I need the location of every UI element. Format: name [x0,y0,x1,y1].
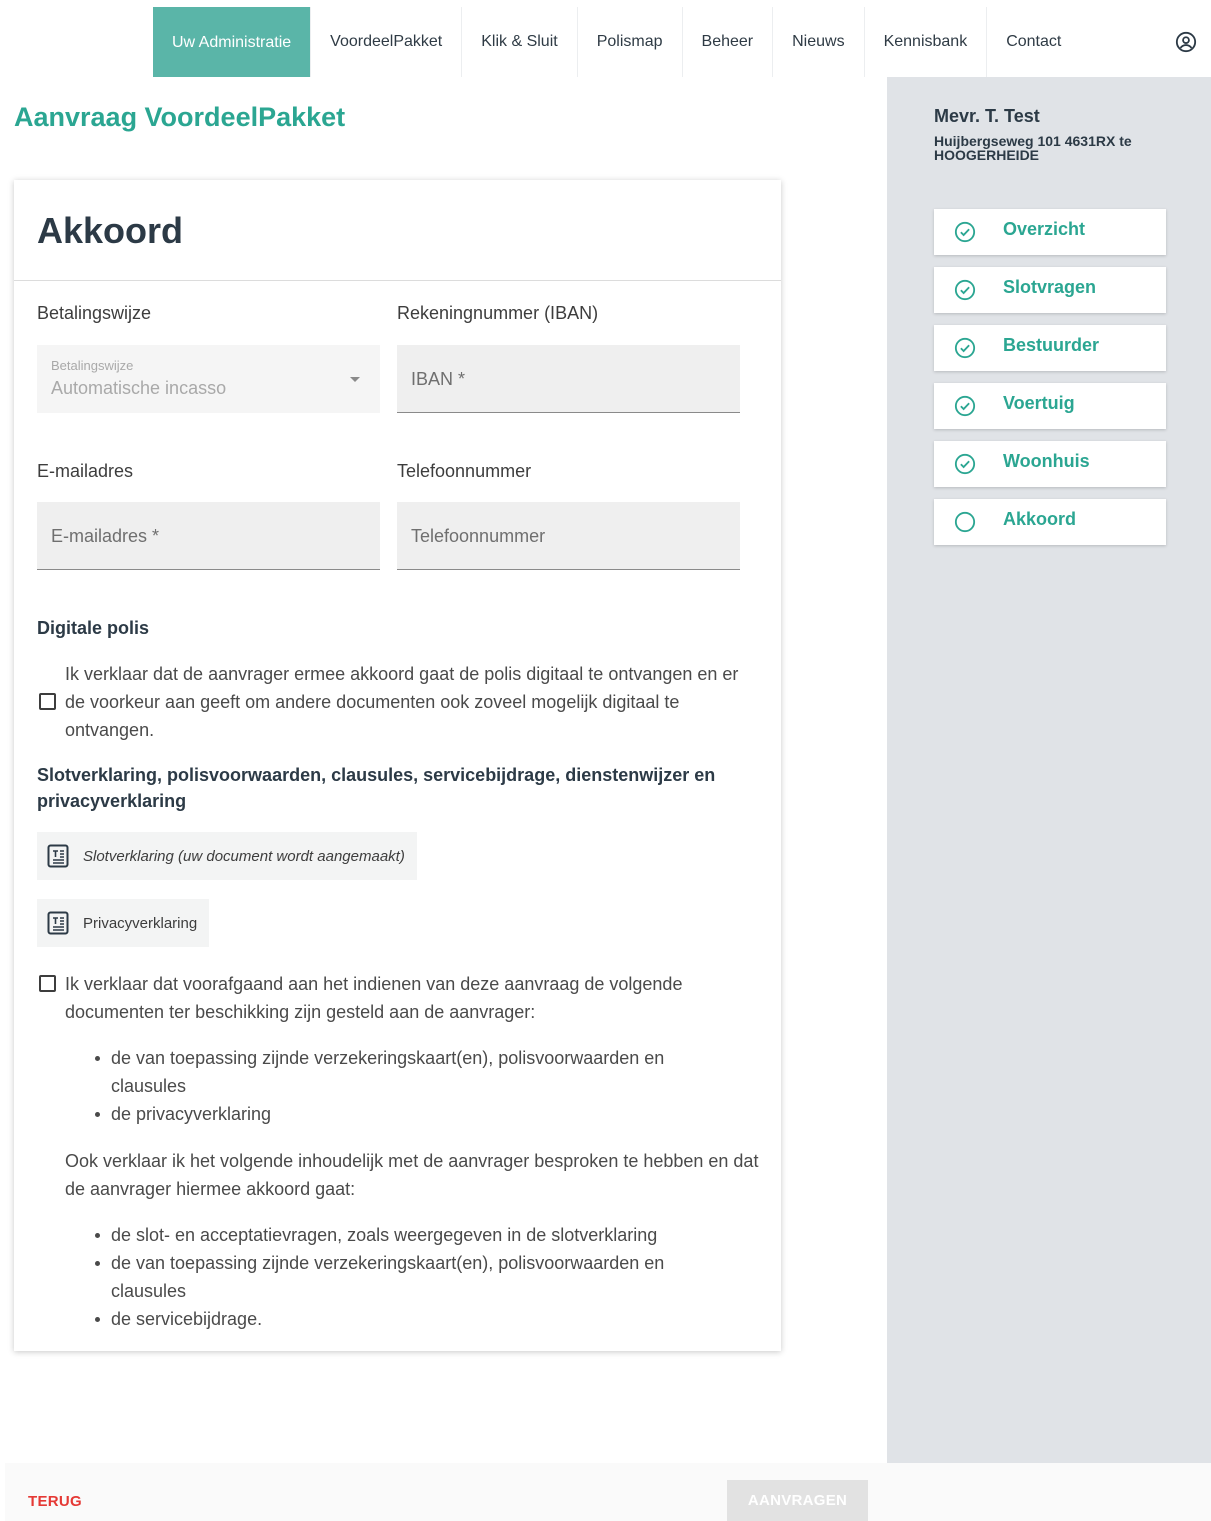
check-circle-icon [954,395,976,417]
discussed-list: de slot- en acceptatievragen, zoals weer… [95,1221,731,1333]
step-label: Voertuig [1003,393,1075,413]
iban-field[interactable]: IBAN * [397,345,740,413]
list-item: de van toepassing zijnde verzekeringskaa… [95,1249,731,1305]
account-circle-icon[interactable] [1175,31,1197,53]
step-voertuig[interactable]: Voertuig [934,383,1166,429]
step-slotvragen[interactable]: Slotvragen [934,267,1166,313]
privacyverklaring-link[interactable]: Privacyverklaring [37,899,210,947]
phone-placeholder: Telefoonnummer [411,526,546,546]
nav-item-kennisbank[interactable]: Kennisbank [865,7,988,77]
nav-item-voordeelpakket[interactable]: VoordeelPakket [311,7,463,77]
iban-placeholder: IBAN * [411,369,466,389]
payment-method-value: Automatische incasso [51,378,227,398]
chevron-down-icon [350,377,360,382]
email-label: E-mailadres [37,461,134,481]
digital-policy-checkbox[interactable] [39,693,56,710]
footer-bar: TERUG AANVRAGEN [5,1463,1211,1521]
step-woonhuis[interactable]: Woonhuis [934,441,1166,487]
discussed-text: Ook verklaar ik het volgende inhoudelijk… [65,1151,759,1199]
payment-method-select: Betalingswijze Automatische incasso [37,345,380,413]
customer-name: Mevr. T. Test [934,106,1040,126]
documents-list: de van toepassing zijnde verzekeringskaa… [95,1044,731,1128]
slotverklaring-link[interactable]: Slotverklaring (uw document wordt aangem… [37,832,417,880]
document-icon [47,911,69,935]
step-label: Overzicht [1003,219,1086,239]
declaration-heading: Slotverklaring, polisvoorwaarden, clausu… [37,765,716,811]
nav-item-uw-administratie[interactable]: Uw Administratie [153,7,312,77]
step-overzicht[interactable]: Overzicht [934,209,1166,255]
list-item: de slot- en acceptatievragen, zoals weer… [95,1221,731,1249]
check-circle-icon [954,337,976,359]
digital-policy-heading: Digitale polis [37,618,150,638]
nav-item-contact[interactable]: Contact [987,7,1080,77]
list-item: de privacyverklaring [95,1100,731,1128]
nav-item-nieuws[interactable]: Nieuws [773,7,865,77]
customer-address: Huijbergseweg 101 4631RX te HOOGERHEIDE [934,133,1132,163]
digital-policy-text: Ik verklaar dat de aanvrager ermee akkoo… [65,664,739,740]
step-akkoord[interactable]: Akkoord [934,499,1166,545]
phone-field[interactable]: Telefoonnummer [397,502,740,570]
step-bestuurder[interactable]: Bestuurder [934,325,1166,371]
sidebar: Mevr. T. Test Huijbergseweg 101 4631RX t… [887,77,1211,1463]
check-circle-icon [954,453,976,475]
document-icon [47,844,69,868]
step-label: Slotvragen [1003,277,1097,297]
phone-label: Telefoonnummer [397,461,532,481]
list-item: de van toepassing zijnde verzekeringskaa… [95,1044,731,1100]
divider [14,280,781,281]
payment-method-label: Betalingswijze [37,303,152,323]
list-item: de servicebijdrage. [95,1305,731,1333]
main-content: Aanvraag VoordeelPakket Akkoord Betaling… [5,77,887,1463]
payment-method-small-label: Betalingswijze [51,358,134,373]
back-button[interactable]: TERUG [28,1493,82,1510]
email-field[interactable]: E-mailadres * [37,502,380,570]
akkoord-card: Akkoord Betalingswijze Betalingswijze Au… [14,180,781,1351]
card-title: Akkoord [37,210,184,251]
submit-button[interactable]: AANVRAGEN [727,1480,868,1521]
top-navigation: Uw Administratie VoordeelPakket Klik & S… [5,7,1211,77]
declaration-text: Ik verklaar dat voorafgaand aan het indi… [65,974,683,1022]
step-label: Bestuurder [1003,335,1100,355]
circle-outline-icon [954,511,976,533]
nav-item-polismap[interactable]: Polismap [578,7,683,77]
privacyverklaring-label: Privacyverklaring [83,914,198,932]
check-circle-icon [954,221,976,243]
nav-item-klik-sluit[interactable]: Klik & Sluit [462,7,578,77]
email-placeholder: E-mailadres * [51,526,160,546]
step-label: Akkoord [1003,509,1077,529]
page-title: Aanvraag VoordeelPakket [14,102,346,132]
declaration-checkbox[interactable] [39,975,56,992]
step-label: Woonhuis [1003,451,1090,471]
nav-items: Uw Administratie VoordeelPakket Klik & S… [153,7,1080,77]
slotverklaring-label: Slotverklaring (uw document wordt aangem… [83,847,405,865]
iban-label: Rekeningnummer (IBAN) [397,303,599,323]
nav-item-beheer[interactable]: Beheer [683,7,774,77]
check-circle-icon [954,279,976,301]
